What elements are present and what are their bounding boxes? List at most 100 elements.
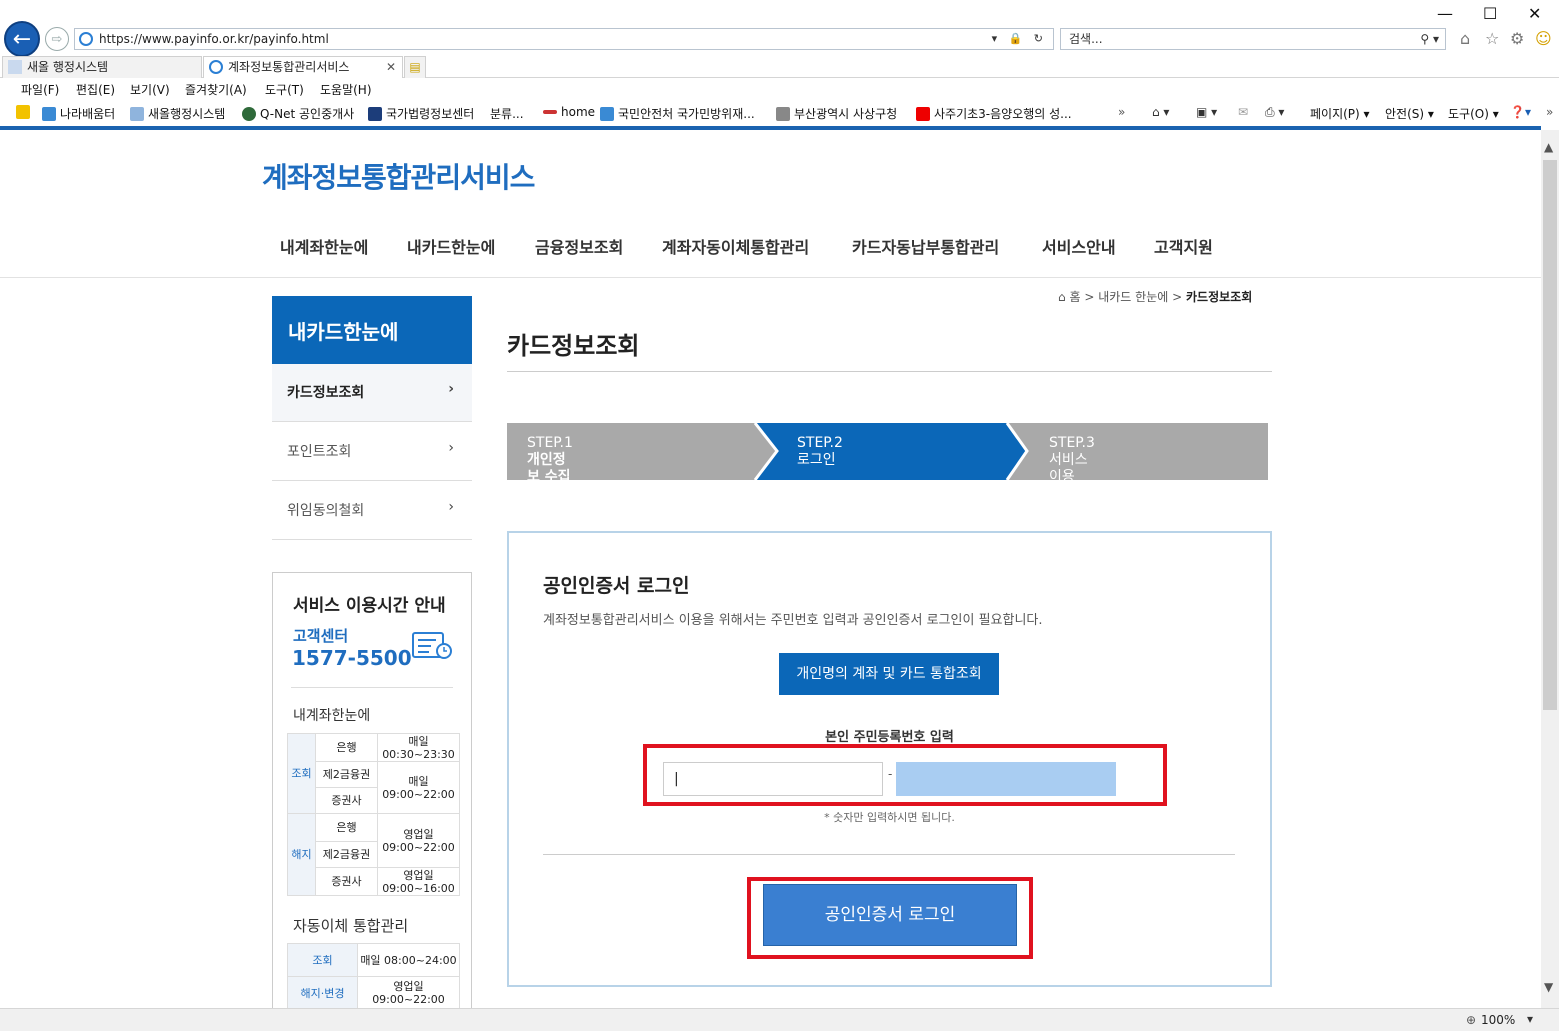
forward-icon[interactable]: ⇨ <box>45 27 69 51</box>
mail-icon[interactable]: ✉ <box>1238 105 1248 119</box>
certificate-login-button[interactable]: 공인인증서 로그인 <box>763 884 1017 946</box>
fav-item[interactable]: 국가법령정보센터 <box>368 105 474 122</box>
help-icon[interactable]: ❓▾ <box>1510 105 1531 119</box>
command-safety[interactable]: 안전(S) ▾ <box>1385 105 1434 122</box>
account-hours-title: 내계좌한눈에 <box>293 708 371 724</box>
ie-page-icon <box>209 60 223 74</box>
fav-item[interactable]: Q-Net 공인중개사 <box>242 105 354 122</box>
breadcrumb-home[interactable]: 홈 <box>1069 290 1080 304</box>
chevron-right-icon: › <box>448 381 454 397</box>
tab-label: 새올 행정시스템 <box>27 60 109 74</box>
integrated-inquiry-button[interactable]: 개인명의 계좌 및 카드 통합조회 <box>779 653 999 695</box>
zoom-dropdown-icon[interactable]: ▾ <box>1527 1012 1533 1026</box>
menu-file[interactable]: 파일(F) <box>21 81 59 98</box>
gear-icon[interactable]: ⚙ <box>1510 29 1524 48</box>
rss-icon[interactable]: ▣ ▾ <box>1196 105 1217 119</box>
scrollbar-thumb[interactable] <box>1543 160 1557 710</box>
zoom-level[interactable]: 100% <box>1481 1013 1515 1027</box>
menu-favorites[interactable]: 즐겨찾기(A) <box>185 81 247 98</box>
home-icon[interactable]: ⌂ <box>1460 29 1470 48</box>
favorites-star-icon[interactable]: ☆ <box>1485 29 1499 48</box>
breadcrumb-sep: > <box>1084 290 1095 304</box>
fav-item[interactable]: home <box>543 105 595 119</box>
chevron-right-icon: › <box>448 440 454 456</box>
fav-item[interactable]: 부산광역시 사상구청 <box>776 105 897 122</box>
table-cell: 매일 00:30~23:30 <box>377 733 460 762</box>
menu-tools[interactable]: 도구(T) <box>265 81 304 98</box>
table-cell: 영업일 09:00~16:00 <box>377 867 460 896</box>
fav-item[interactable]: 사주기초3-음양오행의 성... <box>916 105 1072 122</box>
tab-label: 계좌정보통합관리서비스 <box>228 60 350 74</box>
service-hours-box: 서비스 이용시간 안내 고객센터 1577-5500 내계좌한눈에 조회 은행 … <box>272 572 472 1008</box>
fav-icon <box>42 107 56 121</box>
page-title: 카드정보조회 <box>507 332 640 360</box>
gnb-financial-info[interactable]: 금융정보조회 <box>535 234 623 258</box>
scroll-up-icon[interactable]: ▲ <box>1544 140 1553 154</box>
lnb-item-label: 포인트조회 <box>287 444 352 460</box>
home-icon[interactable]: ⌂ ▾ <box>1152 105 1169 119</box>
status-bar: ⊕ 100% ▾ <box>0 1008 1559 1031</box>
more-commands-icon[interactable]: » <box>1546 105 1553 119</box>
tab-close-icon[interactable]: ✕ <box>386 57 396 77</box>
table-cell: 제2금융권 <box>315 761 378 788</box>
fav-item[interactable]: 새올행정시스템 <box>130 105 225 122</box>
fav-icon <box>368 107 382 121</box>
command-tools[interactable]: 도구(O) ▾ <box>1448 105 1499 122</box>
gnb-service-guide[interactable]: 서비스안내 <box>1042 234 1116 258</box>
favorites-star-icon[interactable] <box>16 105 34 119</box>
fav-item[interactable]: 국민안전처 국가민방위재... <box>600 105 755 122</box>
search-icon[interactable]: ⚲ ▾ <box>1420 29 1439 49</box>
command-page[interactable]: 페이지(P) ▾ <box>1310 105 1370 122</box>
login-description: 계좌정보통합관리서비스 이용을 위해서는 주민번호 입력과 공인인증서 로그인이… <box>543 613 1043 628</box>
print-icon[interactable]: ⎙ ▾ <box>1265 105 1284 120</box>
gnb-auto-transfer[interactable]: 계좌자동이체통합관리 <box>662 234 809 258</box>
home-icon[interactable]: ⌂ <box>1058 290 1066 304</box>
gnb-customer-support[interactable]: 고객지원 <box>1154 234 1213 258</box>
menu-edit[interactable]: 편집(E) <box>76 81 115 98</box>
back-icon[interactable]: ← <box>4 21 40 57</box>
maximize-icon[interactable]: ☐ <box>1483 4 1497 23</box>
lnb-item-label: 카드정보조회 <box>287 385 365 401</box>
breadcrumb-sep: > <box>1172 290 1183 304</box>
step-num: STEP.2 <box>797 435 843 451</box>
address-bar[interactable]: https://www.payinfo.or.kr/payinfo.html ▾… <box>74 28 1054 50</box>
address-tools-icon[interactable]: ▾ 🔒 ↻ <box>992 29 1047 49</box>
lnb-title: 내카드한눈에 <box>272 296 472 364</box>
lnb-item-consent-withdraw[interactable]: 위임동의철회 › <box>272 482 472 540</box>
breadcrumb-level1[interactable]: 내카드 한눈에 <box>1098 290 1168 304</box>
step-label: 개인정보 수집 및 이용동의 <box>527 452 571 519</box>
zoom-icon: ⊕ <box>1466 1013 1477 1027</box>
global-nav: 내계좌한눈에 내카드한눈에 금융정보조회 계좌자동이체통합관리 카드자동납부통합… <box>0 234 1541 278</box>
row-label: 해지·변경 <box>287 976 358 1008</box>
rrn-front-input[interactable]: | <box>663 762 883 796</box>
rrn-back-input[interactable] <box>896 762 1116 796</box>
tab-saeol[interactable]: 새올 행정시스템 <box>2 56 202 78</box>
fav-icon <box>242 107 256 121</box>
step-num: STEP.1 <box>527 435 573 451</box>
smiley-icon[interactable]: ☺ <box>1535 29 1552 48</box>
close-icon[interactable]: ✕ <box>1528 4 1541 23</box>
step-3-bg <box>1007 423 1268 480</box>
lnb-item-card-info[interactable]: 카드정보조회 › <box>272 364 472 422</box>
chevron-right-icon: › <box>448 499 454 515</box>
tab-payinfo[interactable]: 계좌정보통합관리서비스 ✕ <box>203 56 403 78</box>
divider <box>507 371 1272 372</box>
rrn-label: 본인 주민등록번호 입력 <box>825 730 954 745</box>
minimize-icon[interactable]: — <box>1437 4 1453 23</box>
divider <box>291 687 453 688</box>
lnb-item-points[interactable]: 포인트조회 › <box>272 423 472 481</box>
search-input[interactable]: 검색... ⚲ ▾ <box>1060 28 1446 50</box>
gnb-my-account[interactable]: 내계좌한눈에 <box>280 234 368 258</box>
menu-help[interactable]: 도움말(H) <box>320 81 372 98</box>
table-cell: 증권사 <box>315 787 378 814</box>
new-tab-button[interactable]: ▤ <box>404 56 426 78</box>
gnb-my-card[interactable]: 내카드한눈에 <box>407 234 495 258</box>
site-logo[interactable]: 계좌정보통합관리서비스 <box>262 156 535 196</box>
gnb-card-auto-pay[interactable]: 카드자동납부통합관리 <box>852 234 999 258</box>
fav-item[interactable]: 나라배움터 <box>42 105 115 122</box>
menu-view[interactable]: 보기(V) <box>130 81 170 98</box>
more-favorites-icon[interactable]: » <box>1118 105 1125 119</box>
scroll-down-icon[interactable]: ▼ <box>1544 980 1553 994</box>
fav-item[interactable]: 분류... <box>490 105 524 122</box>
table-cell: 매일 09:00~22:00 <box>377 761 460 814</box>
